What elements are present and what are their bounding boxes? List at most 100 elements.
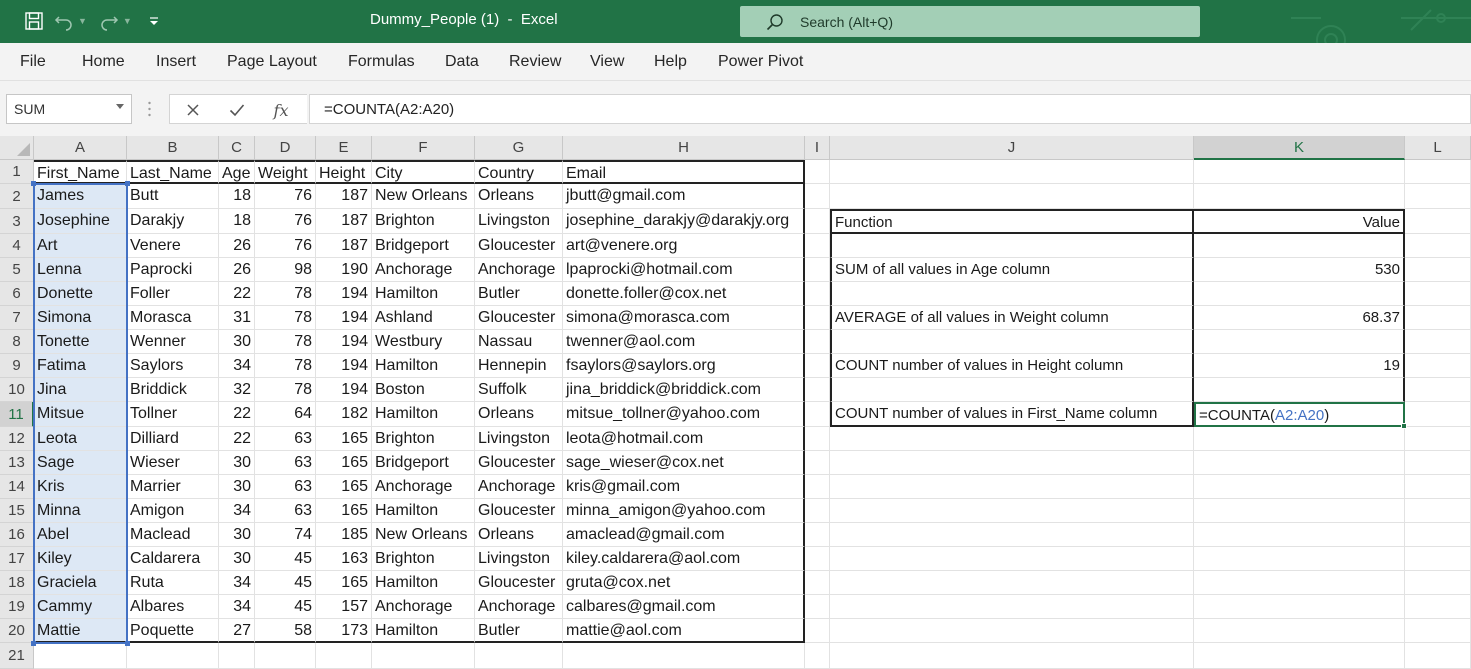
cell-a4[interactable]: Art	[34, 234, 127, 258]
cell-k8[interactable]	[1194, 330, 1405, 354]
cell-b15[interactable]: Amigon	[127, 499, 219, 523]
row-header-1[interactable]: 1	[0, 160, 34, 184]
row-header-9[interactable]: 9	[0, 354, 34, 378]
cell-h10[interactable]: jina_briddick@briddick.com	[563, 378, 805, 402]
cell-a20[interactable]: Mattie	[34, 619, 127, 643]
cell-b2[interactable]: Butt	[127, 184, 219, 209]
cell-j12[interactable]	[830, 427, 1194, 451]
cell-g15[interactable]: Gloucester	[475, 499, 563, 523]
cancel-icon[interactable]	[182, 99, 204, 121]
cell-c7[interactable]: 31	[219, 306, 255, 330]
cell-i12[interactable]	[805, 427, 830, 451]
cell-j17[interactable]	[830, 547, 1194, 571]
cell-i18[interactable]	[805, 571, 830, 595]
cell-k2[interactable]	[1194, 184, 1405, 209]
cell-c21[interactable]	[219, 643, 255, 669]
cell-g18[interactable]: Gloucester	[475, 571, 563, 595]
cell-b5[interactable]: Paprocki	[127, 258, 219, 282]
column-header-l[interactable]: L	[1405, 136, 1471, 160]
cell-a9[interactable]: Fatima	[34, 354, 127, 378]
cell-c18[interactable]: 34	[219, 571, 255, 595]
cell-g3[interactable]: Livingston	[475, 209, 563, 234]
formula-input[interactable]: =COUNTA(A2:A20)	[309, 94, 1471, 124]
chevron-down-icon[interactable]	[116, 104, 124, 109]
cell-k4[interactable]	[1194, 234, 1405, 258]
row-header-17[interactable]: 17	[0, 547, 34, 571]
cell-e2[interactable]: 187	[316, 184, 372, 209]
row-header-19[interactable]: 19	[0, 595, 34, 619]
cell-f6[interactable]: Hamilton	[372, 282, 475, 306]
cell-f4[interactable]: Bridgeport	[372, 234, 475, 258]
cell-e10[interactable]: 194	[316, 378, 372, 402]
cell-a21[interactable]	[34, 643, 127, 669]
cell-k16[interactable]	[1194, 523, 1405, 547]
cell-i4[interactable]	[805, 234, 830, 258]
cell-l10[interactable]	[1405, 378, 1471, 402]
cell-c16[interactable]: 30	[219, 523, 255, 547]
cell-f5[interactable]: Anchorage	[372, 258, 475, 282]
column-header-d[interactable]: D	[255, 136, 316, 160]
cell-j18[interactable]	[830, 571, 1194, 595]
cell-l1[interactable]	[1405, 160, 1471, 184]
cell-k13[interactable]	[1194, 451, 1405, 475]
cell-b14[interactable]: Marrier	[127, 475, 219, 499]
cell-a2[interactable]: James	[34, 184, 127, 209]
cell-f3[interactable]: Brighton	[372, 209, 475, 234]
cell-j8[interactable]	[830, 330, 1194, 354]
cell-j5[interactable]: SUM of all values in Age column	[830, 258, 1194, 282]
cell-l6[interactable]	[1405, 282, 1471, 306]
cell-j9[interactable]: COUNT number of values in Height column	[830, 354, 1194, 378]
cell-a5[interactable]: Lenna	[34, 258, 127, 282]
cell-h11[interactable]: mitsue_tollner@yahoo.com	[563, 402, 805, 427]
cell-k1[interactable]	[1194, 160, 1405, 184]
cell-l3[interactable]	[1405, 209, 1471, 234]
tab-home[interactable]: Home	[82, 53, 125, 71]
undo-dropdown-icon[interactable]: ▼	[78, 16, 87, 26]
cell-e7[interactable]: 194	[316, 306, 372, 330]
cell-j20[interactable]	[830, 619, 1194, 643]
cell-c15[interactable]: 34	[219, 499, 255, 523]
cell-h2[interactable]: jbutt@gmail.com	[563, 184, 805, 209]
cell-g13[interactable]: Gloucester	[475, 451, 563, 475]
row-header-11[interactable]: 11	[0, 402, 34, 427]
cell-a18[interactable]: Graciela	[34, 571, 127, 595]
cell-i14[interactable]	[805, 475, 830, 499]
fill-handle[interactable]	[1401, 423, 1407, 429]
cell-g19[interactable]: Anchorage	[475, 595, 563, 619]
cell-i17[interactable]	[805, 547, 830, 571]
cell-g20[interactable]: Butler	[475, 619, 563, 643]
cell-f2[interactable]: New Orleans	[372, 184, 475, 209]
row-header-3[interactable]: 3	[0, 209, 34, 234]
cell-e12[interactable]: 165	[316, 427, 372, 451]
cell-f15[interactable]: Hamilton	[372, 499, 475, 523]
cell-c6[interactable]: 22	[219, 282, 255, 306]
cell-i11[interactable]	[805, 402, 830, 427]
save-icon[interactable]	[22, 8, 46, 34]
cell-k15[interactable]	[1194, 499, 1405, 523]
cell-f9[interactable]: Hamilton	[372, 354, 475, 378]
cell-a11[interactable]: Mitsue	[34, 402, 127, 427]
cell-f21[interactable]	[372, 643, 475, 669]
cell-k20[interactable]	[1194, 619, 1405, 643]
cell-l12[interactable]	[1405, 427, 1471, 451]
undo-icon[interactable]	[52, 8, 76, 34]
active-cell-k11[interactable]: =COUNTA(A2:A20)	[1194, 402, 1405, 427]
tab-formulas[interactable]: Formulas	[348, 53, 415, 71]
column-header-f[interactable]: F	[372, 136, 475, 160]
cell-j15[interactable]	[830, 499, 1194, 523]
cell-b4[interactable]: Venere	[127, 234, 219, 258]
row-header-7[interactable]: 7	[0, 306, 34, 330]
range-handle-0[interactable]	[31, 181, 36, 186]
cell-j10[interactable]	[830, 378, 1194, 402]
cell-g5[interactable]: Anchorage	[475, 258, 563, 282]
cell-h18[interactable]: gruta@cox.net	[563, 571, 805, 595]
cell-k10[interactable]	[1194, 378, 1405, 402]
cell-l17[interactable]	[1405, 547, 1471, 571]
cell-c19[interactable]: 34	[219, 595, 255, 619]
cell-g9[interactable]: Hennepin	[475, 354, 563, 378]
cell-a12[interactable]: Leota	[34, 427, 127, 451]
cell-f17[interactable]: Brighton	[372, 547, 475, 571]
cell-h7[interactable]: simona@morasca.com	[563, 306, 805, 330]
cell-l21[interactable]	[1405, 643, 1471, 669]
cell-b10[interactable]: Briddick	[127, 378, 219, 402]
